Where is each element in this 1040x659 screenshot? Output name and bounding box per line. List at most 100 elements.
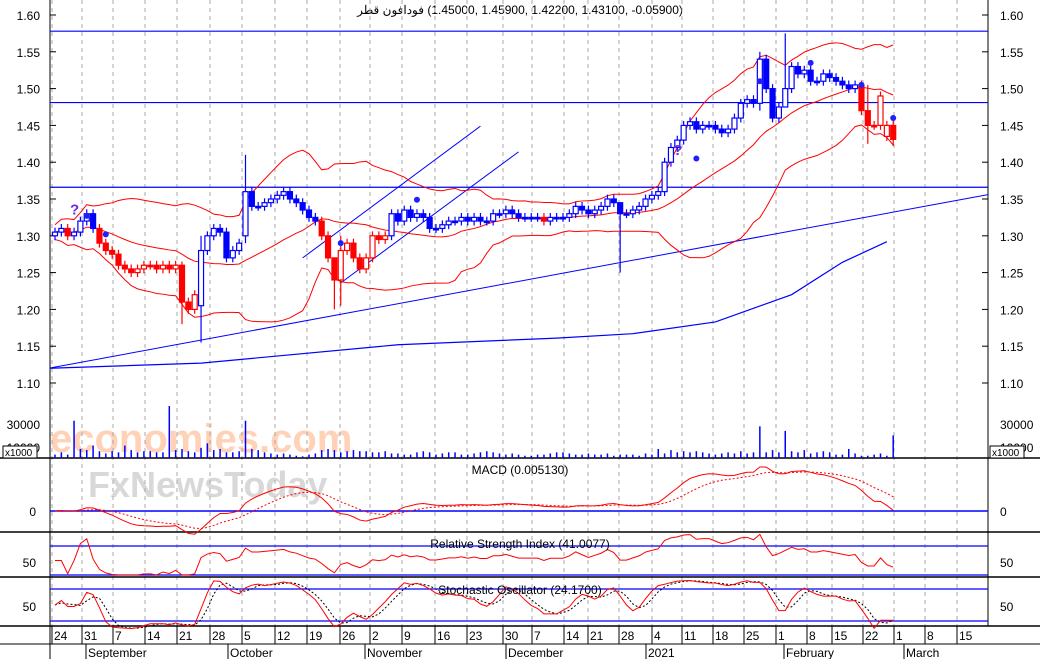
candle-body (483, 220, 490, 224)
candle-body (877, 95, 884, 126)
y-tick-label-left: 1.30 (17, 230, 41, 244)
candle-body (636, 205, 643, 211)
volume-unit-label: x1000 (5, 448, 33, 459)
month-label: December (508, 646, 563, 659)
candle-body (382, 235, 389, 241)
candle-body (788, 65, 795, 90)
candle-body (502, 209, 509, 215)
candle-body (471, 216, 478, 222)
month-label: March (906, 646, 939, 659)
candle-body (718, 128, 725, 134)
candle-body (312, 216, 319, 222)
candle-body (572, 205, 579, 215)
x-tick-label: 26 (342, 629, 356, 643)
candle-body (490, 213, 497, 222)
candle-body (661, 161, 668, 193)
candle-body (813, 80, 821, 84)
candle-body (242, 191, 249, 237)
candle-body (693, 121, 700, 130)
signal-dot (890, 115, 897, 122)
candle-body (801, 69, 808, 75)
candle-body (597, 205, 605, 211)
candle-body (705, 124, 713, 128)
y-tick-label-left: 1.60 (17, 9, 41, 23)
candle-body (540, 216, 548, 222)
candle-body (680, 124, 687, 141)
candle-body (178, 264, 186, 303)
candle-body (591, 209, 598, 215)
candle-body (337, 249, 344, 281)
signal-dot (807, 59, 814, 66)
x-tick-label: 23 (469, 629, 483, 643)
candle-body (197, 249, 205, 307)
candle-body (604, 198, 611, 207)
x-tick-label: 22 (865, 629, 879, 643)
candle-body (528, 216, 535, 220)
candle-body (115, 253, 122, 266)
y-tick-label-left: 1.40 (17, 156, 41, 170)
candle-body (369, 235, 376, 259)
candle-body (750, 99, 757, 104)
y-tick-label-right: 1.60 (1000, 9, 1024, 23)
candle-body (102, 242, 109, 252)
candle-body (96, 227, 103, 244)
volume-unit-label: x1000 (992, 448, 1020, 459)
candle-body (686, 121, 694, 127)
candle-body (775, 106, 783, 119)
x-tick-label: 7 (534, 629, 541, 643)
x-tick-label: 15 (959, 629, 973, 643)
candle-body (324, 235, 332, 259)
candle-body (172, 264, 179, 270)
candle-body (236, 242, 243, 252)
candle-body (64, 227, 71, 237)
chart-canvas[interactable]: economies.comFxNewsToday24 31 7 14 21 28 5 12 19… (0, 0, 1040, 659)
candle-body (140, 264, 147, 270)
candle-body (724, 128, 732, 134)
signal-dot (413, 196, 420, 203)
candle-body (820, 73, 827, 82)
y-tick-label-right: 1.25 (1000, 267, 1024, 281)
candle-body (578, 205, 586, 211)
candle-body (858, 84, 865, 112)
candle-body (496, 213, 503, 216)
stock-chart: فودافون قطر (1.45000, 1.45900, 1.42200, … (0, 0, 1040, 659)
signal-dot (756, 78, 763, 85)
candle-body (623, 213, 630, 216)
signal-question-mark: ? (70, 202, 79, 219)
candle-body (782, 87, 789, 108)
volume-tick-label: 30000 (1000, 418, 1034, 432)
candle-body (248, 191, 255, 207)
candle-body (286, 191, 294, 200)
x-tick-label: 11 (684, 629, 697, 643)
candle-body (648, 194, 656, 200)
signal-dot (102, 231, 109, 238)
bollinger-middle-band (54, 86, 894, 266)
candle-body (534, 216, 541, 220)
x-tick-label: 14 (566, 629, 580, 643)
candle-body (432, 227, 440, 231)
candle-body (629, 209, 636, 215)
x-tick-label: 28 (621, 629, 635, 643)
x-tick-label: 30 (505, 629, 519, 643)
y-tick-label-right: 1.40 (1000, 156, 1024, 170)
candle-body (77, 220, 84, 233)
x-tick-label: 21 (179, 629, 193, 643)
candle-body (261, 202, 268, 207)
volume-tick-label: 30000 (7, 418, 41, 432)
candle-body (737, 102, 744, 119)
y-tick-label-left: 1.25 (17, 267, 41, 281)
signal-dot (337, 240, 344, 247)
candle-body (871, 124, 878, 128)
y-tick-label-right: 1.15 (1000, 340, 1024, 354)
candle-body (89, 213, 97, 230)
candle-body (51, 231, 59, 237)
candle-body (128, 268, 135, 274)
x-tick-label: 5 (244, 629, 251, 643)
candle-body (521, 216, 529, 220)
candle-body (712, 124, 719, 130)
candle-body (109, 249, 116, 255)
candle-body (375, 235, 382, 241)
x-tick-label: 14 (147, 629, 161, 643)
x-tick-label: 16 (437, 629, 451, 643)
y-tick-label-right: 1.20 (1000, 303, 1024, 317)
